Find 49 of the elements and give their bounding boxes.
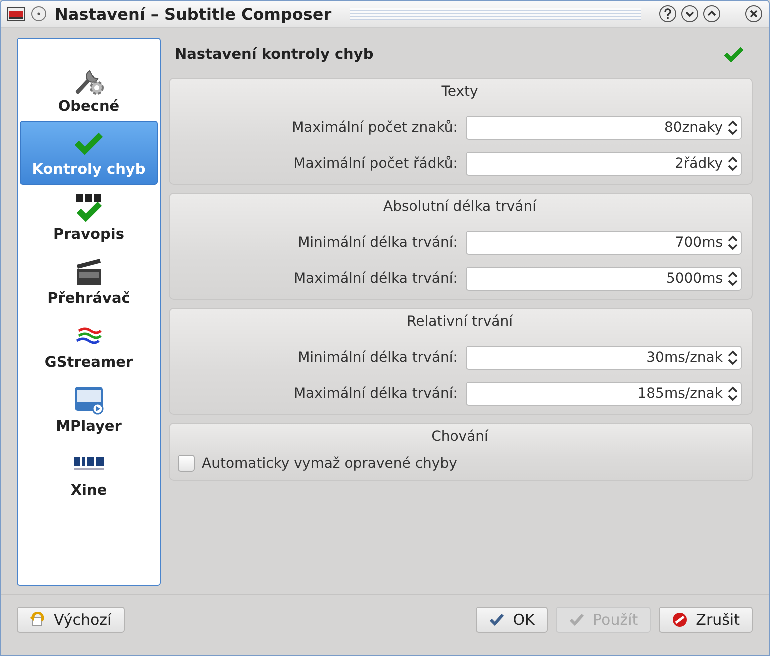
up-down-arrows-icon <box>728 271 738 287</box>
sidebar-item[interactable]: Pravopis <box>20 185 158 249</box>
page-title: Nastavení kontroly chyb <box>175 47 374 63</box>
field-label: Maximální délka trvání: <box>294 386 458 402</box>
up-down-arrows-icon <box>728 386 738 402</box>
sidebar-item[interactable]: GStreamer <box>20 313 158 377</box>
check-icon <box>569 612 586 628</box>
window-title: Nastavení – Subtitle Composer <box>55 4 332 24</box>
spin-box[interactable]: 5000ms <box>466 267 742 291</box>
checkbox-label[interactable]: Automaticky vymaž opravené chyby <box>202 456 458 472</box>
check-icon <box>489 612 506 628</box>
maximize-icon[interactable] <box>703 5 721 23</box>
close-icon[interactable] <box>745 5 763 23</box>
group-title: Texty <box>442 84 478 100</box>
field-label: Maximální délka trvání: <box>294 271 458 287</box>
spin-box[interactable]: 80znaky <box>466 116 742 140</box>
field-label: Minimální délka trvání: <box>298 350 458 366</box>
group-title: Chování <box>432 429 488 445</box>
up-down-arrows-icon <box>728 350 738 366</box>
spelling-check-icon <box>73 192 105 224</box>
menu-icon[interactable] <box>31 6 47 22</box>
sidebar-item[interactable]: Xine <box>20 441 158 505</box>
spin-box[interactable]: 185ms/znak <box>466 382 742 406</box>
group-title: Relativní trvání <box>407 314 513 330</box>
minimize-icon[interactable] <box>681 5 699 23</box>
checkbox[interactable] <box>178 455 195 472</box>
field-label: Maximální počet řádků: <box>294 156 458 172</box>
sidebar-item[interactable]: Přehrávač <box>20 249 158 313</box>
up-down-arrows-icon <box>728 120 738 136</box>
cancel-icon <box>672 612 688 628</box>
xine-logo-icon <box>73 455 105 473</box>
clapperboard-icon <box>76 258 102 286</box>
undo-icon <box>30 612 46 628</box>
group-title: Absolutní délka trvání <box>384 199 536 215</box>
spin-box[interactable]: 700ms <box>466 231 742 255</box>
sidebar-item[interactable]: Obecné <box>20 57 158 121</box>
spin-box[interactable]: 2řádky <box>466 152 742 176</box>
sidebar-item[interactable]: MPlayer <box>20 377 158 441</box>
player-screen-icon <box>73 384 105 416</box>
spin-box[interactable]: 30ms/znak <box>466 346 742 370</box>
help-icon[interactable] <box>659 5 677 23</box>
field-label: Minimální délka trvání: <box>298 235 458 251</box>
cancel-button[interactable]: Zrušit <box>659 607 753 633</box>
up-down-arrows-icon <box>728 235 738 251</box>
field-label: Maximální počet znaků: <box>292 120 458 136</box>
up-down-arrows-icon <box>728 156 738 172</box>
app-icon <box>7 7 25 21</box>
defaults-button[interactable]: Výchozí <box>17 607 125 633</box>
ok-button[interactable]: OK <box>476 607 548 633</box>
